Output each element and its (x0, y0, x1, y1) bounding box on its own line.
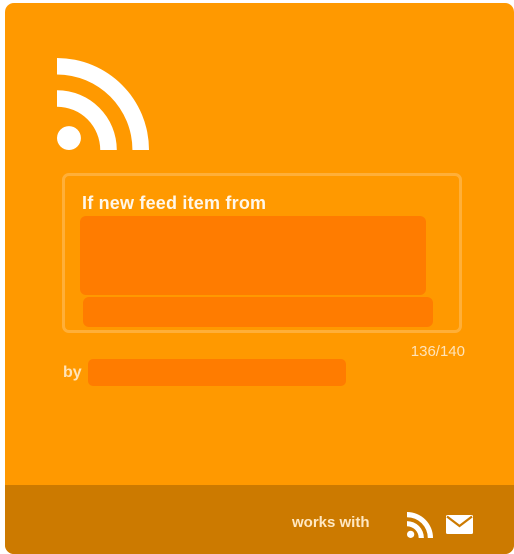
works-with-label: works with (292, 514, 370, 531)
rss-icon (407, 512, 433, 538)
by-label: by (63, 364, 82, 381)
works-with-footer (5, 485, 514, 554)
redacted-author-name (88, 359, 346, 386)
redacted-feed-title-line-2 (83, 297, 433, 327)
email-icon (446, 515, 473, 534)
redacted-feed-title (80, 216, 426, 295)
applet-card[interactable]: If new feed item from 136/140 by works w… (5, 3, 514, 554)
recipe-heading: If new feed item from (82, 193, 267, 213)
rss-feed-icon (57, 58, 149, 150)
character-counter: 136/140 (410, 343, 465, 360)
